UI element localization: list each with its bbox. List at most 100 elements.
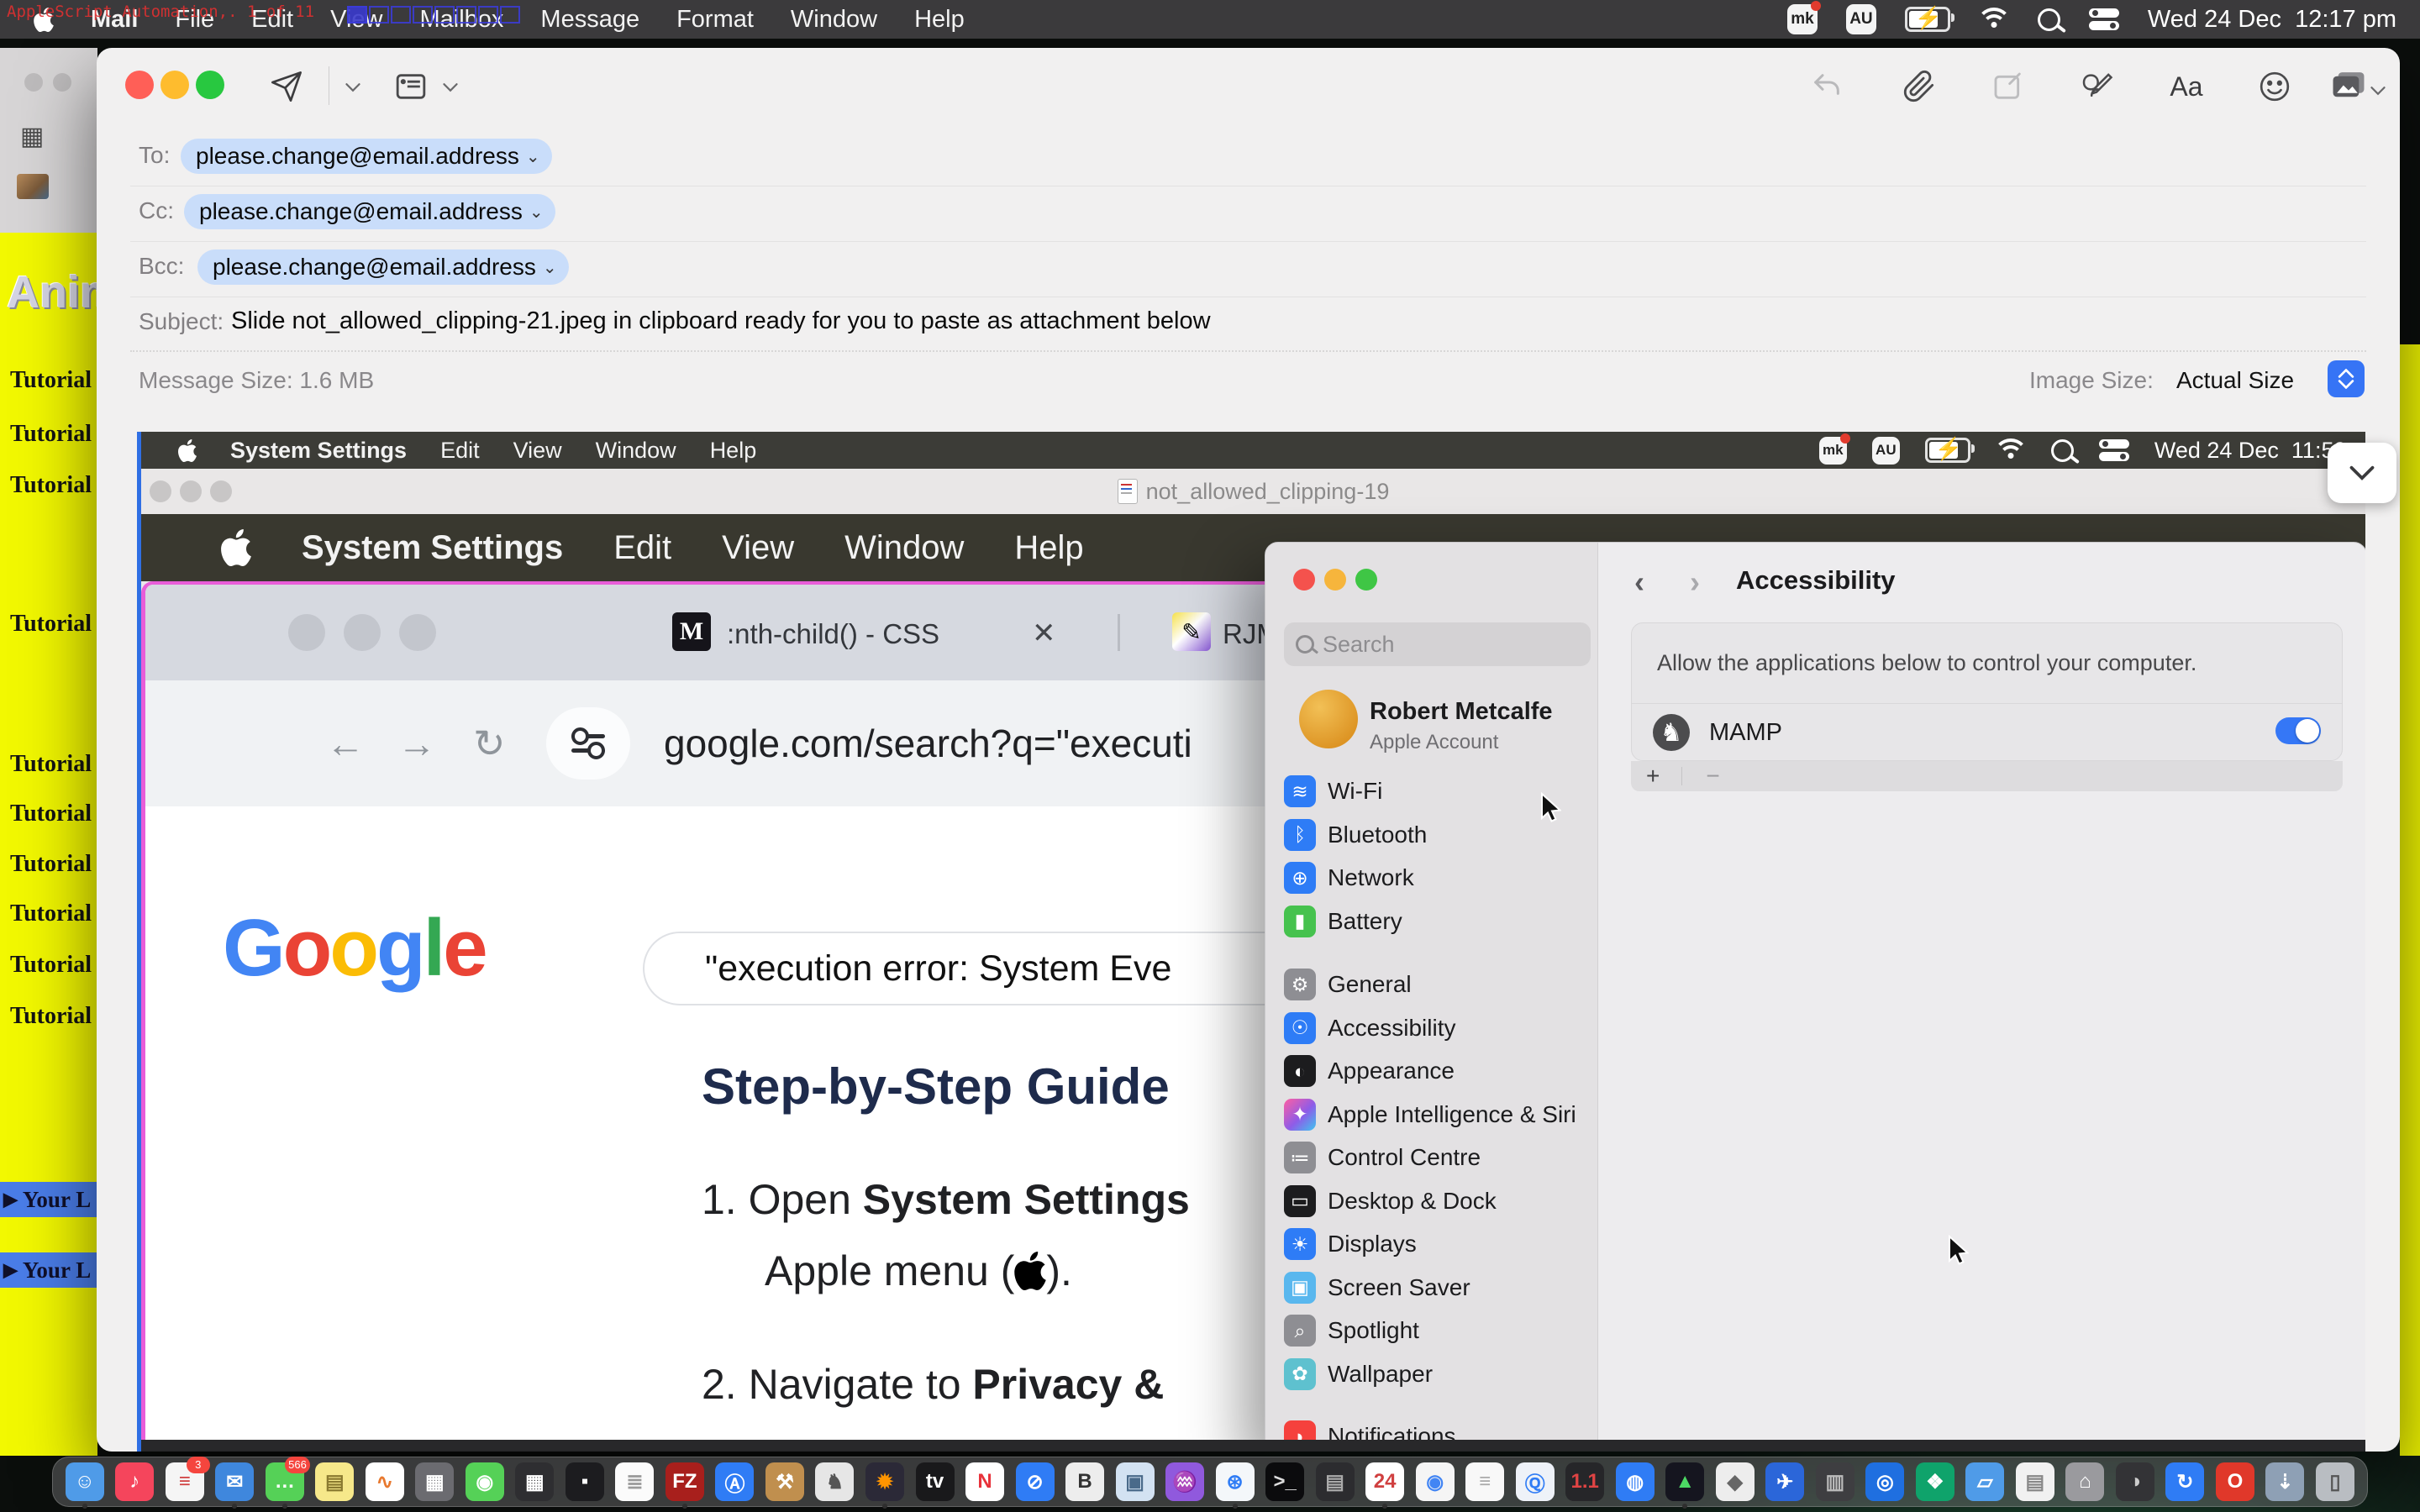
forward-icon[interactable]: →: [397, 721, 436, 766]
settings-nav-appearance[interactable]: ◐Appearance: [1274, 1051, 1589, 1091]
settings-nav-battery[interactable]: ▮Battery: [1274, 901, 1589, 942]
dock-folder-blue[interactable]: ▱: [1965, 1462, 2004, 1501]
dock-preview[interactable]: ▣: [1116, 1462, 1155, 1501]
dock-automator[interactable]: ⚒: [765, 1462, 804, 1501]
dock-document[interactable]: ≡: [1465, 1462, 1504, 1501]
tutorial-link[interactable]: Tutorial S: [10, 367, 97, 394]
settings-nav-general[interactable]: ⚙General: [1274, 964, 1589, 1005]
settings-nav-displays[interactable]: ☀Displays: [1274, 1224, 1589, 1264]
emoji-button[interactable]: [2256, 68, 2293, 105]
dock-firefox[interactable]: ✹: [865, 1462, 904, 1501]
menu-item-message[interactable]: Message: [540, 6, 639, 34]
tutorial-link[interactable]: Tutorial S: [10, 851, 97, 878]
dock-trash[interactable]: ▯: [2316, 1462, 2354, 1501]
tab-mdn[interactable]: :nth-child() - CSS: [727, 618, 939, 650]
dock-messages[interactable]: …566: [266, 1462, 304, 1501]
photo-browser-button[interactable]: [2330, 68, 2367, 105]
spotlight-search-icon[interactable]: [2038, 8, 2060, 31]
to-recipient-token[interactable]: please.change@email.address⌄: [181, 139, 552, 174]
dock-downloads[interactable]: ⇣: [2265, 1462, 2304, 1501]
dock-dark-app[interactable]: ▥: [1816, 1462, 1854, 1501]
settings-nav-desktop-dock[interactable]: ▭Desktop & Dock: [1274, 1181, 1589, 1221]
dock-app-store[interactable]: Ⓐ: [715, 1462, 754, 1501]
dock-dev-app[interactable]: ▲: [1665, 1462, 1704, 1501]
menu-item-help[interactable]: Help: [914, 6, 965, 34]
settings-nav-accessibility[interactable]: ☉Accessibility: [1274, 1008, 1589, 1048]
dock-travel-app[interactable]: ✈: [1765, 1462, 1804, 1501]
menu-item-window[interactable]: Window: [791, 6, 877, 34]
settings-nav-network[interactable]: ⊕Network: [1274, 858, 1589, 898]
dock-water-app[interactable]: ◎: [1865, 1462, 1904, 1501]
header-fields-button[interactable]: [392, 68, 429, 105]
cc-recipient-token[interactable]: please.change@email.address⌄: [184, 194, 555, 229]
attachment-collapse-button[interactable]: [2328, 443, 2396, 503]
dock-launchpad[interactable]: ▦: [415, 1462, 454, 1501]
dock-waveform[interactable]: ∿: [366, 1462, 404, 1501]
dock-red-o-app[interactable]: O: [2216, 1462, 2254, 1501]
attach-file-button[interactable]: [1901, 68, 1938, 105]
dock-apple-tv[interactable]: tv: [916, 1462, 955, 1501]
undo-icon[interactable]: [1808, 68, 1845, 105]
dock-keyboard-app[interactable]: ▤: [1316, 1462, 1355, 1501]
dock-finance-app[interactable]: ❖: [1916, 1462, 1954, 1501]
zoom-button[interactable]: [1355, 569, 1377, 591]
menu-bar-clock[interactable]: Wed 24 Dec 12:17 pm: [2148, 6, 2396, 34]
tutorial-link[interactable]: Tutorial S: [10, 900, 97, 927]
control-center-icon[interactable]: [2089, 8, 2119, 31]
avatar[interactable]: [1299, 690, 1358, 748]
insert-clipping-icon[interactable]: [1990, 68, 2027, 105]
send-button[interactable]: [268, 68, 305, 105]
menu-item-view[interactable]: View: [513, 438, 562, 464]
menu-item-help[interactable]: Help: [1014, 529, 1083, 567]
dock-terminal[interactable]: >_: [1265, 1462, 1304, 1501]
minimize-button[interactable]: [160, 71, 189, 99]
dock-bbedit[interactable]: B: [1065, 1462, 1104, 1501]
input-source-badge[interactable]: AU: [1846, 4, 1876, 34]
tutorial-link[interactable]: Tutorial S: [10, 1003, 97, 1030]
dock-key-utility[interactable]: ♞: [815, 1462, 854, 1501]
attachment-screenshot[interactable]: System Settings EditViewWindowHelp mk AU…: [137, 432, 2365, 1452]
wifi-icon[interactable]: [1979, 8, 2009, 31]
dock-home-app[interactable]: ⌂: [2065, 1462, 2104, 1501]
zoom-button[interactable]: [196, 71, 224, 99]
app-status-icon[interactable]: mk: [1787, 4, 1818, 34]
menu-item-format[interactable]: Format: [676, 6, 754, 34]
remove-app-button[interactable]: −: [1706, 763, 1719, 790]
account-name[interactable]: Robert Metcalfe: [1370, 698, 1553, 726]
tab-close-icon[interactable]: ✕: [1032, 617, 1056, 650]
menu-item-edit[interactable]: Edit: [613, 529, 671, 567]
subject-field[interactable]: Slide not_allowed_clipping-21.jpeg in cl…: [231, 307, 1211, 335]
tutorial-link[interactable]: Tutorial S: [10, 952, 97, 979]
dock-textedit[interactable]: ≣: [615, 1462, 654, 1501]
settings-nav-wallpaper[interactable]: ✿Wallpaper: [1274, 1354, 1589, 1394]
dock-finder[interactable]: ☺: [66, 1462, 104, 1501]
dock-app-11[interactable]: 1.1: [1565, 1462, 1604, 1501]
add-app-button[interactable]: +: [1646, 763, 1660, 790]
back-icon[interactable]: ←: [326, 721, 365, 766]
back-icon[interactable]: ‹: [1634, 564, 1644, 600]
close-button[interactable]: [125, 71, 154, 99]
dock-gray-app[interactable]: ◆: [1716, 1462, 1754, 1501]
image-size-stepper[interactable]: [2328, 360, 2365, 397]
photo-browser-chevron-icon[interactable]: [2370, 83, 2386, 98]
settings-nav-spotlight[interactable]: ⌕Spotlight: [1274, 1310, 1589, 1351]
dock-reminders[interactable]: ≡3: [166, 1462, 204, 1501]
dock-notes[interactable]: ▤: [315, 1462, 354, 1501]
tutorial-link[interactable]: Tutorial S: [10, 751, 97, 778]
bcc-recipient-token[interactable]: please.change@email.address⌄: [197, 249, 569, 285]
dock-chrome[interactable]: ◉: [1416, 1462, 1455, 1501]
dock-terminal-dark[interactable]: ▪: [566, 1462, 604, 1501]
dock-white-app[interactable]: ▤: [2016, 1462, 2054, 1501]
minimize-button[interactable]: [1324, 569, 1346, 591]
settings-search-input[interactable]: Search: [1284, 622, 1591, 666]
recipient-chevron-icon[interactable]: ⌄: [543, 257, 557, 278]
dock-podcasts[interactable]: ♒: [1165, 1462, 1204, 1501]
dock-half-app[interactable]: ◑: [2116, 1462, 2154, 1501]
menu-item-view[interactable]: View: [722, 529, 794, 567]
send-options-chevron-icon[interactable]: [345, 80, 360, 95]
recipient-chevron-icon[interactable]: ⌄: [526, 146, 540, 167]
settings-nav-control-centre[interactable]: ≔Control Centre: [1274, 1137, 1589, 1178]
dock-music[interactable]: ♪: [115, 1462, 154, 1501]
dock-sync-app[interactable]: ↻: [2165, 1462, 2204, 1501]
url-text[interactable]: google.com/search?q="executi: [664, 680, 1192, 806]
